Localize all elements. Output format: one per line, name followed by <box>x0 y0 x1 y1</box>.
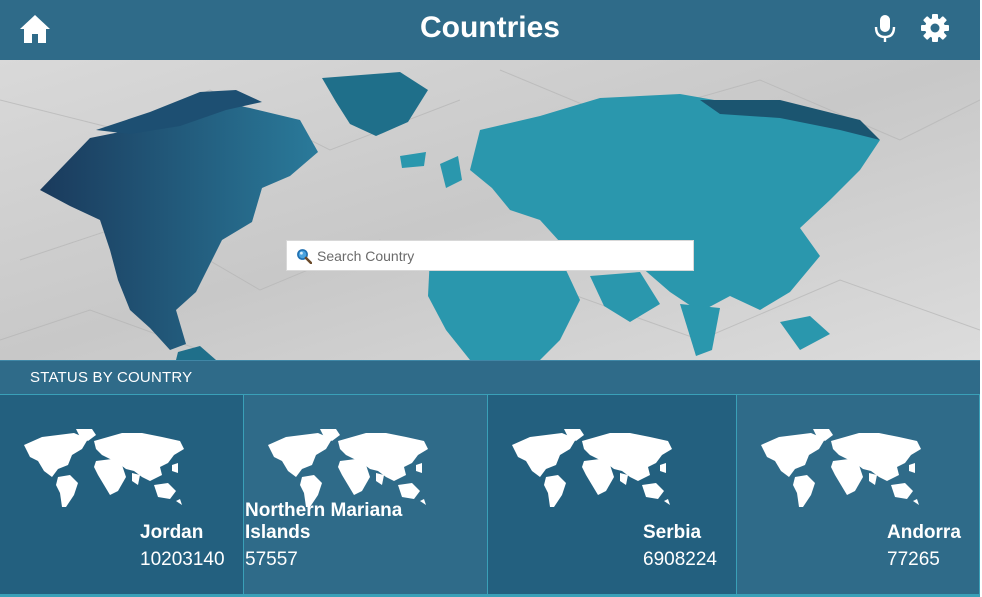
country-name: Northern Mariana Islands <box>245 500 403 543</box>
search-input[interactable] <box>317 241 687 270</box>
world-map-icon <box>761 429 921 507</box>
country-card-northern-mariana-islands[interactable]: Northern Mariana Islands 57557 <box>244 394 488 597</box>
country-count: 57557 <box>245 549 298 570</box>
section-header: STATUS BY COUNTRY <box>0 360 980 394</box>
page-title: Countries <box>419 11 560 44</box>
section-title: STATUS BY COUNTRY <box>30 369 193 386</box>
world-map-icon <box>24 429 184 507</box>
world-map-image <box>0 60 980 360</box>
country-count: 77265 <box>887 549 940 570</box>
app-header: Countries <box>0 0 980 60</box>
gear-icon[interactable] <box>920 13 950 43</box>
countries-app: Countries Search Country STATUS BY COUNT… <box>0 0 980 597</box>
world-map-icon <box>268 429 428 507</box>
country-count: 10203140 <box>140 549 225 570</box>
country-cards: Jordan 10203140 Northern Mariana Islands… <box>0 394 980 597</box>
search-icon <box>297 249 312 264</box>
country-name: Jordan <box>140 522 204 543</box>
world-map-icon <box>512 429 672 507</box>
country-card-serbia[interactable]: Serbia 6908224 <box>488 394 737 597</box>
search-box[interactable] <box>286 240 694 271</box>
country-card-jordan[interactable]: Jordan 10203140 <box>0 394 244 597</box>
world-map-banner <box>0 60 980 360</box>
country-name: Serbia <box>643 522 702 543</box>
country-card-andorra[interactable]: Andorra 77265 <box>737 394 980 597</box>
country-count: 6908224 <box>643 549 717 570</box>
microphone-icon[interactable] <box>873 14 897 44</box>
country-name: Andorra <box>887 522 961 543</box>
